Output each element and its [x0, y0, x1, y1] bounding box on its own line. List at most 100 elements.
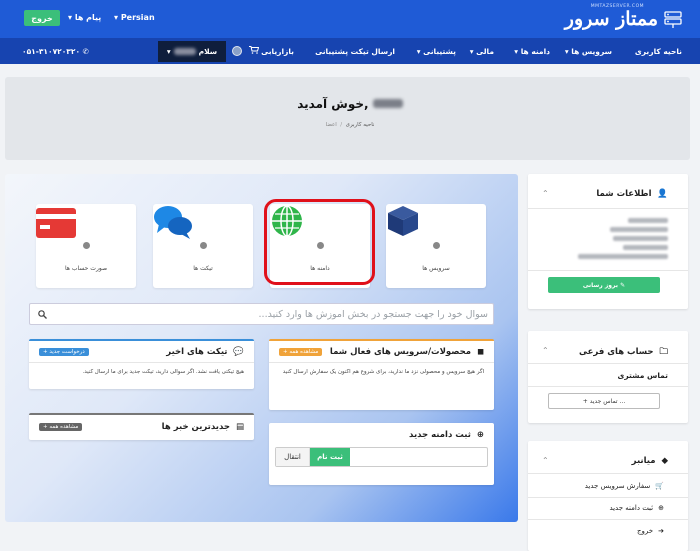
folder-icon: 🗀 — [656, 347, 668, 357]
card-title: جدیدترین خبر ها ▤ — [162, 422, 244, 432]
credit-card-icon — [36, 208, 76, 238]
logo-subtitle: MMTAZSERVER.COM — [590, 4, 644, 9]
box-icon — [388, 206, 418, 236]
shortcut-logout[interactable]: خروج ➔ — [637, 527, 664, 535]
nav-item-support[interactable]: ▾ پشتیبانی — [417, 47, 456, 56]
sidebar-title-text: میانبر — [631, 456, 656, 466]
card-active-products: محصولات/سرویس های فعال شما ◼ + مشاهده هم… — [269, 339, 494, 410]
sidebar-title: میانبر ◆ — [632, 456, 668, 466]
update-button[interactable]: بروز رسانی ✎ — [548, 277, 660, 293]
kb-search-input[interactable] — [52, 306, 488, 322]
sidebar-divider — [528, 386, 688, 387]
nav-label: پشتیبانی — [423, 47, 456, 56]
shortcut-label: سفارش سرویس جدید — [584, 482, 651, 490]
blurred-username — [173, 48, 196, 55]
shortcut-register-domain[interactable]: ثبت دامنه جدید ⊕ — [609, 504, 664, 512]
language-menu[interactable]: ▾ Persian — [114, 13, 155, 22]
sidebar-divider — [528, 208, 688, 209]
tile-indicator — [199, 242, 207, 249]
card-divider — [29, 362, 254, 363]
card-title-text: جدیدترین خبر ها — [161, 422, 231, 432]
breadcrumb: ناحیه کاربری / اعضا — [300, 122, 400, 128]
breadcrumb-home[interactable]: اعضا — [326, 122, 337, 128]
blurred-line — [623, 245, 668, 250]
arrow-right-icon: ➔ — [658, 527, 664, 535]
page-title: خوش آمدید, — [270, 97, 430, 111]
tile-label: صورت حساب ها — [64, 265, 108, 272]
hello-label: سلام — [198, 47, 218, 56]
pencil-icon: ✎ — [618, 281, 626, 289]
tile-label: تیکت ها — [193, 265, 213, 272]
cube-icon: ◼ — [473, 347, 484, 357]
chevron-up-icon[interactable]: ⌃ — [542, 346, 549, 355]
nav-item-services[interactable]: ▾ سرویس ها — [565, 47, 612, 56]
register-button[interactable]: ثبت نام — [310, 448, 350, 466]
shortcut-new-order[interactable]: سفارش سرویس جدید 🛒 — [585, 482, 664, 490]
shortcut-label: ثبت دامنه جدید — [609, 504, 654, 512]
support-phone: ۰۵۱-۳۱۰۷۲۰۳۲۰ ✆ — [22, 47, 89, 56]
nav-item-client-area[interactable]: ناحیه کاربری — [635, 47, 682, 56]
card-divider — [269, 362, 494, 363]
phone-icon: ✆ — [82, 47, 89, 56]
nav-item-billing[interactable]: ▾ مالی — [470, 47, 494, 56]
card-title-text: تیکت های اخیر — [166, 347, 228, 357]
card-latest-news: جدیدترین خبر ها ▤ + مشاهده همه — [29, 413, 254, 440]
view-all-news-button[interactable]: + مشاهده همه — [39, 423, 83, 431]
card-title: محصولات/سرویس های فعال شما ◼ — [330, 347, 484, 357]
new-ticket-button[interactable]: + درخواست جدید — [39, 348, 89, 356]
sidebar-divider — [528, 473, 688, 474]
card-recent-tickets: تیکت های اخیر 💬 + درخواست جدید هیچ تیکتی… — [29, 339, 254, 389]
user-menu[interactable]: ▾ سلام — [158, 41, 226, 62]
sidebar-title-text: حساب های فرعی — [579, 347, 654, 357]
update-label: بروز رسانی — [582, 281, 619, 289]
blurred-line — [613, 236, 668, 241]
server-logo-icon — [664, 11, 682, 28]
logo[interactable]: MMTAZSERVER.COM ممتاز سرور — [549, 4, 684, 34]
search-icon[interactable] — [38, 310, 47, 319]
tile-indicator — [82, 242, 90, 249]
new-contact-button[interactable]: + تماس جدید ... — [548, 393, 660, 409]
globe-icon: ⊕ — [658, 504, 664, 512]
page-root: MMTAZSERVER.COM ممتاز سرور خروج ▾ پیام ه… — [0, 0, 700, 551]
chevron-down-icon: ▾ — [166, 47, 171, 56]
tile-services[interactable]: سرویس ها — [386, 204, 486, 288]
newspaper-icon: ▤ — [233, 422, 244, 432]
messages-label: پیام ها — [74, 13, 102, 22]
logout-button[interactable]: خروج — [24, 10, 60, 26]
nav-label: دامنه ها — [520, 47, 550, 56]
nav-item-open-ticket[interactable]: ارسال تیکت پشتیبانی — [315, 47, 395, 56]
card-title-text: ثبت دامنه جدید — [409, 430, 471, 440]
contact-label: تماس مشتری — [617, 371, 669, 380]
transfer-button[interactable]: انتقال — [276, 448, 310, 466]
nav-label: مالی — [476, 47, 494, 56]
tile-tickets[interactable]: تیکت ها — [153, 204, 253, 288]
tile-invoices[interactable]: صورت حساب ها — [36, 204, 136, 288]
domain-search-group: انتقال ثبت نام — [275, 447, 488, 467]
cart-icon: 🛒 — [655, 482, 664, 490]
language-label: Persian — [120, 13, 155, 22]
comments-icon: 💬 — [230, 347, 244, 357]
nav-item-domains[interactable]: ▾ دامنه ها — [514, 47, 550, 56]
tile-label: سرویس ها — [422, 265, 450, 272]
messages-menu[interactable]: ▾ پیام ها — [68, 13, 101, 22]
notification-icon[interactable] — [232, 46, 242, 56]
chevron-up-icon[interactable]: ⌃ — [542, 189, 549, 198]
cart-icon[interactable] — [249, 46, 259, 54]
sidebar-subaccounts: حساب های فرعی 🗀 ⌃ تماس مشتری + تماس جدید… — [528, 331, 688, 423]
tile-indicator — [432, 242, 440, 249]
globe-icon: ⊕ — [473, 430, 484, 440]
sidebar-your-info: اطلاعات شما 👤 ⌃ بروز رسانی ✎ — [528, 174, 688, 309]
card-title-text: محصولات/سرویس های فعال شما — [329, 347, 472, 357]
sidebar-title: حساب های فرعی 🗀 — [579, 346, 668, 360]
highlight-ring — [264, 199, 375, 285]
card-title: تیکت های اخیر 💬 — [166, 347, 244, 357]
domain-input[interactable] — [350, 449, 486, 465]
card-body-text: اگر هیچ سرویس و محصولی نزد ما ندارید، بر… — [282, 369, 484, 375]
view-all-button[interactable]: + مشاهده همه — [279, 348, 323, 356]
chevron-up-icon[interactable]: ⌃ — [542, 456, 549, 465]
bookmark-icon: ◆ — [658, 456, 668, 466]
welcome-text: خوش آمدید, — [297, 97, 369, 111]
nav-item-affiliates[interactable]: بازاریابی — [261, 47, 294, 56]
blurred-line — [578, 254, 668, 259]
user-icon: 👤 — [654, 189, 668, 199]
